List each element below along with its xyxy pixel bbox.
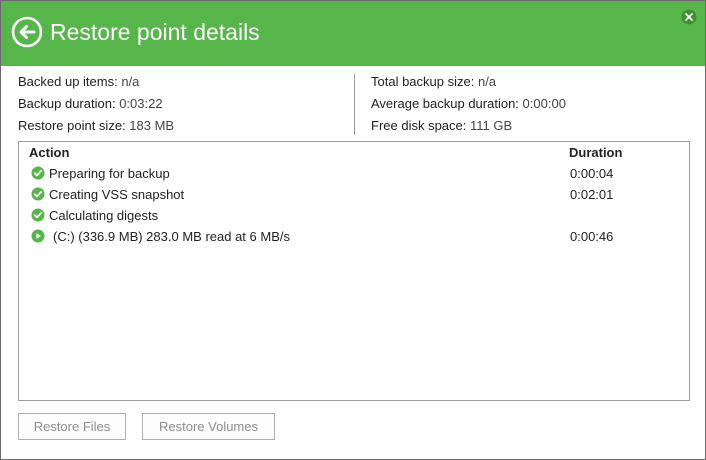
free-disk-space-row: Free disk space: 111 GB xyxy=(371,117,566,139)
summary-divider xyxy=(354,74,355,135)
action-text: Calculating digests xyxy=(49,208,159,223)
backed-up-items-row: Backed up items: n/a xyxy=(18,73,174,95)
average-backup-duration-label: Average backup duration: xyxy=(371,96,519,111)
page-title: Restore point details xyxy=(50,19,260,45)
backed-up-items-value: n/a xyxy=(121,74,140,89)
restore-files-button[interactable]: Restore Files xyxy=(18,413,126,440)
total-backup-size-row: Total backup size: n/a xyxy=(371,73,566,95)
restore-point-size-value: 183 MB xyxy=(129,118,175,133)
restore-point-details-window: Restore point details Backed up items: n… xyxy=(0,0,706,460)
restore-point-size-row: Restore point size: 183 MB xyxy=(18,117,174,139)
summary-right-column: Total backup size: n/a Average backup du… xyxy=(371,73,566,139)
average-backup-duration-row: Average backup duration: 0:00:00 xyxy=(371,95,566,117)
free-disk-space-value: 111 GB xyxy=(470,118,513,133)
column-header-action[interactable]: Action xyxy=(29,145,69,160)
check-circle-icon xyxy=(31,187,45,201)
summary-left-column: Backed up items: n/a Backup duration: 0:… xyxy=(18,73,174,139)
backup-duration-label: Backup duration: xyxy=(18,96,116,111)
close-icon[interactable] xyxy=(681,9,697,25)
backed-up-items-label: Backed up items: xyxy=(18,74,118,89)
free-disk-space-label: Free disk space: xyxy=(371,118,467,133)
restore-point-size-label: Restore point size: xyxy=(18,118,126,133)
duration-text: 0:02:01 xyxy=(570,187,614,202)
play-circle-icon xyxy=(31,229,45,243)
check-circle-icon xyxy=(31,166,45,180)
restore-volumes-button[interactable]: Restore Volumes xyxy=(142,413,275,440)
back-arrow-icon[interactable] xyxy=(11,16,43,48)
total-backup-size-label: Total backup size: xyxy=(371,74,475,89)
total-backup-size-value: n/a xyxy=(477,74,497,89)
column-header-duration[interactable]: Duration xyxy=(569,145,622,160)
backup-duration-value: 0:03:22 xyxy=(119,96,163,111)
duration-text: 0:00:04 xyxy=(570,166,614,181)
action-text: Preparing for backup xyxy=(49,166,170,181)
table-row[interactable]: Preparing for backup 0:00:04 xyxy=(19,164,689,185)
table-row[interactable]: Creating VSS snapshot 0:02:01 xyxy=(19,185,689,206)
table-row[interactable]: Calculating digests xyxy=(19,206,689,227)
action-text: (C:) (336.9 MB) 283.0 MB read at 6 MB/s xyxy=(53,229,290,244)
average-backup-duration-value: 0:00:00 xyxy=(522,96,566,111)
header-bar: Restore point details xyxy=(1,1,705,66)
backup-duration-row: Backup duration: 0:03:22 xyxy=(18,95,174,117)
table-row[interactable]: (C:) (336.9 MB) 283.0 MB read at 6 MB/s … xyxy=(19,227,689,248)
duration-text: 0:00:46 xyxy=(570,229,614,244)
action-text: Creating VSS snapshot xyxy=(49,187,185,202)
check-circle-icon xyxy=(31,208,45,222)
actions-table[interactable]: Action Duration Preparing for backup 0:0… xyxy=(18,141,690,401)
